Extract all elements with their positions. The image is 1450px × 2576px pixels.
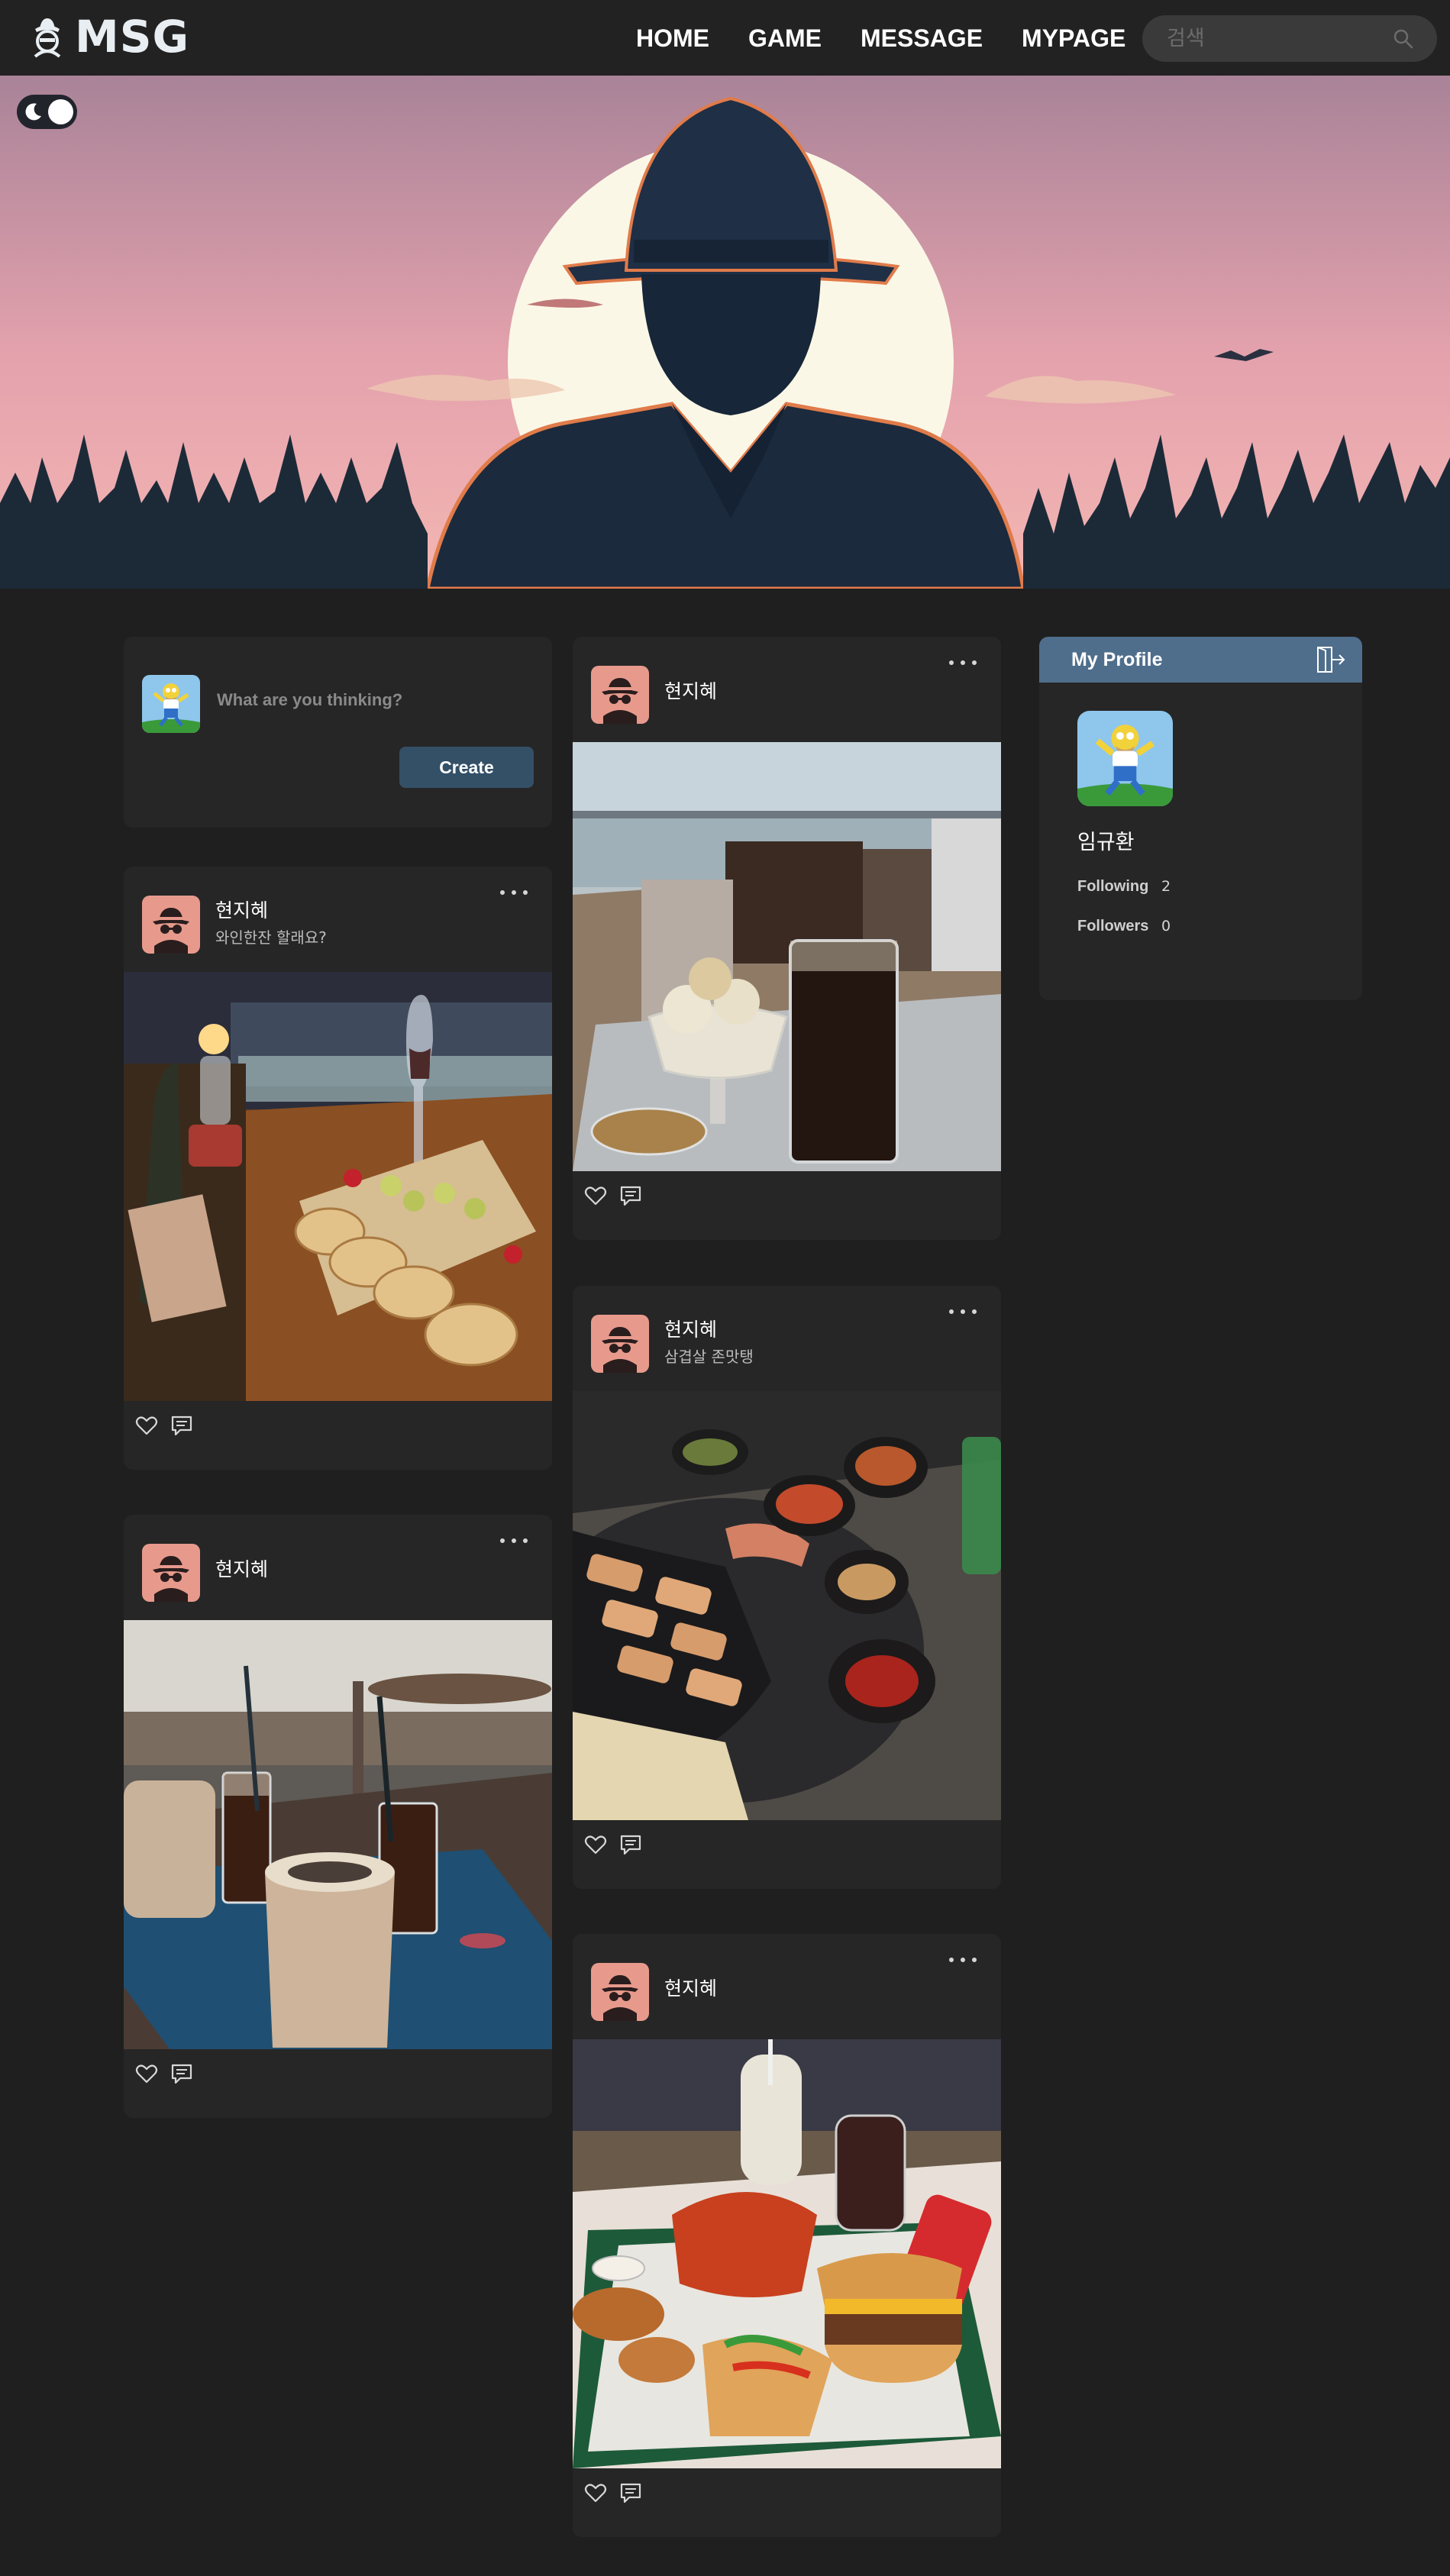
post-photo-iced-coffee-cafe[interactable]	[124, 1620, 552, 2049]
post-actions	[583, 1183, 643, 1208]
post-header: 현지혜 삼겹살 존맛탱	[573, 1286, 1001, 1391]
post-text: 와인한잔 할래요?	[215, 928, 327, 947]
post-card: 현지혜	[573, 637, 1001, 1240]
post-photo-dessert-and-iced-coffee[interactable]	[573, 742, 1001, 1171]
post-actions	[583, 1832, 643, 1857]
logo[interactable]: MSG	[27, 14, 189, 60]
more-options-icon[interactable]	[949, 658, 977, 667]
author-name[interactable]: 현지혜	[215, 1558, 268, 1581]
post-actions	[134, 1413, 194, 1438]
nav-mypage[interactable]: MYPAGE	[1022, 23, 1125, 53]
more-options-icon[interactable]	[949, 1955, 977, 1964]
more-options-icon[interactable]	[500, 888, 528, 897]
post-card: 현지혜	[124, 1515, 552, 2118]
post-actions	[583, 2481, 643, 2505]
followers-count: 0	[1161, 918, 1171, 935]
toggle-knob	[48, 99, 73, 124]
post-card: 현지혜 삼겹살 존맛탱	[573, 1286, 1001, 1889]
author-avatar[interactable]	[591, 1315, 649, 1373]
author-name[interactable]: 현지혜	[215, 899, 268, 922]
top-navbar: MSG HOME GAME MESSAGE MYPAGE	[0, 0, 1450, 76]
author-name[interactable]: 현지혜	[664, 1319, 717, 1341]
hero-illustration	[0, 76, 1450, 589]
more-options-icon[interactable]	[949, 1307, 977, 1316]
post-text: 삼겹살 존맛탱	[664, 1348, 754, 1366]
author-avatar[interactable]	[142, 896, 200, 954]
post-card: 현지혜 와인한잔 할래요?	[124, 867, 552, 1470]
comment-icon[interactable]	[170, 2061, 194, 2086]
post-photo-wine-and-bread[interactable]	[124, 972, 552, 1401]
spy-logo-icon	[34, 18, 61, 58]
comment-icon[interactable]	[170, 1413, 194, 1438]
following-count: 2	[1161, 878, 1171, 895]
like-heart-icon[interactable]	[583, 2481, 608, 2505]
create-button[interactable]: Create	[399, 747, 534, 788]
nav-home[interactable]: HOME	[636, 23, 709, 53]
profile-name: 임규환	[1077, 831, 1135, 854]
nav-message[interactable]: MESSAGE	[861, 23, 983, 53]
profile-title: My Profile	[1071, 649, 1163, 670]
author-avatar[interactable]	[142, 1544, 200, 1602]
post-header: 현지혜	[573, 1934, 1001, 2039]
theme-toggle[interactable]	[17, 95, 77, 129]
profile-header: My Profile	[1039, 637, 1362, 683]
like-heart-icon[interactable]	[583, 1832, 608, 1857]
author-avatar[interactable]	[591, 666, 649, 724]
followers-stat[interactable]: Followers 0	[1077, 917, 1171, 935]
post-header: 현지혜	[124, 1515, 552, 1620]
moon-icon	[25, 103, 41, 121]
compose-input[interactable]	[217, 689, 538, 712]
search-bar	[1142, 15, 1437, 62]
more-options-icon[interactable]	[500, 1536, 528, 1545]
profile-avatar[interactable]	[1077, 711, 1173, 806]
comment-icon[interactable]	[618, 1832, 643, 1857]
comment-icon[interactable]	[618, 2481, 643, 2505]
search-input[interactable]	[1167, 24, 1396, 52]
post-header: 현지혜	[573, 637, 1001, 742]
like-heart-icon[interactable]	[583, 1183, 608, 1208]
like-heart-icon[interactable]	[134, 1413, 159, 1438]
post-photo-korean-bbq[interactable]	[573, 1391, 1001, 1820]
post-photo-burgers-and-cola[interactable]	[573, 2039, 1001, 2468]
main-nav: HOME GAME MESSAGE MYPAGE	[636, 23, 1125, 53]
author-avatar[interactable]	[591, 1963, 649, 2021]
author-name[interactable]: 현지혜	[664, 1977, 717, 2000]
logout-icon[interactable]	[1315, 646, 1345, 673]
nav-game[interactable]: GAME	[748, 23, 822, 53]
comment-icon[interactable]	[618, 1183, 643, 1208]
post-card: 현지혜	[573, 1934, 1001, 2537]
following-label: Following	[1077, 878, 1149, 895]
following-stat[interactable]: Following 2	[1077, 877, 1171, 896]
post-actions	[134, 2061, 194, 2086]
compose-card: Create	[124, 637, 552, 828]
search-icon[interactable]	[1393, 28, 1414, 50]
author-name[interactable]: 현지혜	[664, 680, 717, 703]
profile-card: My Profile 임규환 Following 2 Followers 0	[1039, 637, 1362, 1000]
user-avatar	[142, 675, 200, 733]
logo-text: MSG	[75, 11, 190, 63]
followers-label: Followers	[1077, 918, 1149, 935]
hero-banner	[0, 76, 1450, 589]
like-heart-icon[interactable]	[134, 2061, 159, 2086]
post-header: 현지혜 와인한잔 할래요?	[124, 867, 552, 972]
